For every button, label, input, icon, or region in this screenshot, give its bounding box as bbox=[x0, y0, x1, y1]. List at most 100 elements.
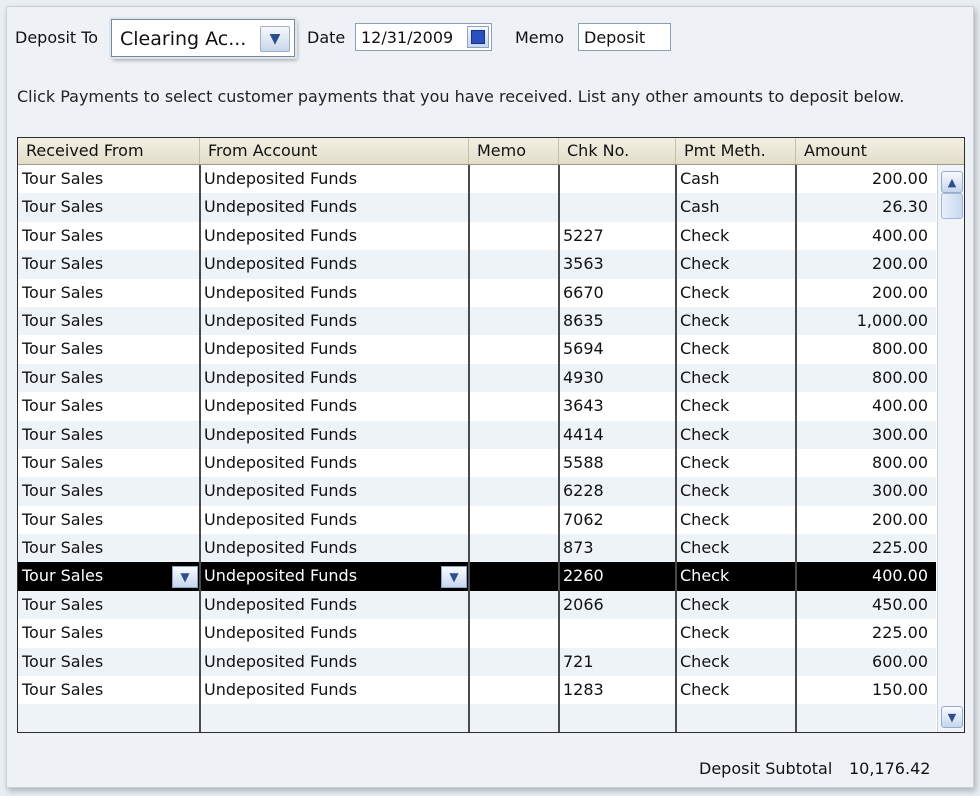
cell-chk-no[interactable]: 5694 bbox=[559, 335, 676, 363]
table-row[interactable]: Tour Sales Undeposited Funds 5588 Check 800.… bbox=[18, 449, 936, 477]
scroll-thumb[interactable] bbox=[941, 193, 963, 219]
cell-chk-no[interactable]: 6228 bbox=[559, 477, 676, 505]
cell-from-account[interactable]: Undeposited Funds bbox=[200, 193, 469, 221]
cell-chk-no[interactable]: 2260 bbox=[559, 562, 676, 590]
cell-received-from[interactable]: Tour Sales bbox=[18, 279, 200, 307]
column-header-pmt-meth[interactable]: Pmt Meth. bbox=[676, 138, 796, 164]
cell-chk-no[interactable]: 873 bbox=[559, 534, 676, 562]
cell-amount[interactable]: 200.00 bbox=[796, 279, 936, 307]
cell-received-from[interactable]: Tour Sales bbox=[18, 449, 200, 477]
cell-amount[interactable]: 800.00 bbox=[796, 335, 936, 363]
cell-from-account[interactable]: Undeposited Funds bbox=[200, 222, 469, 250]
cell-chk-no[interactable]: 5227 bbox=[559, 222, 676, 250]
cell-memo[interactable] bbox=[469, 421, 559, 449]
cell-from-account[interactable]: Undeposited Funds bbox=[200, 335, 469, 363]
cell-received-from[interactable]: Tour Sales bbox=[18, 506, 200, 534]
cell-received-from[interactable]: Tour Sales bbox=[18, 477, 200, 505]
cell-pmt-meth[interactable]: Check bbox=[676, 591, 796, 619]
cell-received-from[interactable]: Tour Sales bbox=[18, 335, 200, 363]
table-row[interactable]: Tour Sales Undeposited Funds 2066 Check 450.… bbox=[18, 590, 936, 620]
cell-from-account[interactable]: Undeposited Funds bbox=[200, 477, 469, 505]
cell-memo[interactable] bbox=[469, 392, 559, 420]
cell-amount[interactable]: 600.00 bbox=[796, 648, 936, 676]
table-row[interactable]: Tour Sales Undeposited Funds 7062 Check 200.… bbox=[18, 506, 936, 534]
cell-amount[interactable]: 200.00 bbox=[796, 506, 936, 534]
chevron-down-icon[interactable]: ▼ bbox=[441, 566, 467, 589]
cell-memo[interactable] bbox=[469, 619, 559, 647]
cell-amount[interactable]: 800.00 bbox=[796, 364, 936, 392]
cell-received-from[interactable]: Tour Sales bbox=[18, 648, 200, 676]
cell-from-account[interactable]: Undeposited Funds bbox=[200, 676, 469, 704]
cell-received-from[interactable]: Tour Sales bbox=[18, 676, 200, 704]
cell-pmt-meth[interactable]: Check bbox=[676, 250, 796, 278]
cell-amount[interactable] bbox=[796, 704, 936, 732]
cell-from-account[interactable] bbox=[200, 704, 469, 732]
cell-pmt-meth[interactable]: Check bbox=[676, 449, 796, 477]
cell-chk-no[interactable]: 8635 bbox=[559, 307, 676, 335]
chevron-down-icon[interactable]: ▼ bbox=[172, 566, 198, 589]
cell-chk-no[interactable]: 3643 bbox=[559, 392, 676, 420]
cell-received-from[interactable]: Tour Sales bbox=[18, 250, 200, 278]
cell-pmt-meth[interactable]: Check bbox=[676, 648, 796, 676]
cell-chk-no[interactable] bbox=[559, 193, 676, 221]
table-row[interactable]: Tour Sales Undeposited Funds 2260 Check 400.… bbox=[18, 562, 936, 591]
cell-memo[interactable] bbox=[469, 307, 559, 335]
table-row[interactable]: Tour Sales Undeposited Funds 8635 Check 1,00… bbox=[18, 306, 936, 336]
cell-memo[interactable] bbox=[469, 534, 559, 562]
cell-amount[interactable]: 300.00 bbox=[796, 421, 936, 449]
cell-pmt-meth[interactable]: Check bbox=[676, 335, 796, 363]
column-header-amount[interactable]: Amount bbox=[796, 138, 964, 164]
cell-pmt-meth[interactable]: Check bbox=[676, 307, 796, 335]
cell-from-account[interactable]: Undeposited Funds bbox=[200, 364, 469, 392]
cell-memo[interactable] bbox=[469, 676, 559, 704]
table-row[interactable]: Tour Sales Undeposited Funds Cash 200.00 bbox=[18, 165, 936, 193]
cell-memo[interactable] bbox=[469, 222, 559, 250]
cell-amount[interactable]: 400.00 bbox=[796, 562, 936, 590]
column-header-chk-no[interactable]: Chk No. bbox=[559, 138, 676, 164]
cell-chk-no[interactable] bbox=[559, 619, 676, 647]
cell-chk-no[interactable]: 7062 bbox=[559, 506, 676, 534]
scroll-down-icon[interactable]: ▼ bbox=[941, 706, 963, 728]
cell-from-account[interactable]: Undeposited Funds bbox=[200, 562, 469, 590]
column-header-received-from[interactable]: Received From bbox=[18, 138, 200, 164]
cell-from-account[interactable]: Undeposited Funds bbox=[200, 534, 469, 562]
cell-pmt-meth[interactable]: Check bbox=[676, 562, 796, 590]
column-header-from-account[interactable]: From Account bbox=[200, 138, 469, 164]
cell-memo[interactable] bbox=[469, 449, 559, 477]
cell-pmt-meth[interactable]: Check bbox=[676, 364, 796, 392]
cell-amount[interactable]: 800.00 bbox=[796, 449, 936, 477]
cell-memo[interactable] bbox=[469, 193, 559, 221]
table-row[interactable]: Tour Sales Undeposited Funds 5694 Check 800.… bbox=[18, 335, 936, 363]
cell-from-account[interactable]: Undeposited Funds bbox=[200, 165, 469, 193]
cell-memo[interactable] bbox=[469, 562, 559, 590]
cell-from-account[interactable]: Undeposited Funds bbox=[200, 250, 469, 278]
cell-received-from[interactable]: Tour Sales bbox=[18, 364, 200, 392]
table-row[interactable] bbox=[18, 704, 936, 732]
calendar-icon[interactable] bbox=[467, 26, 489, 48]
cell-pmt-meth[interactable]: Check bbox=[676, 534, 796, 562]
column-header-memo[interactable]: Memo bbox=[469, 138, 559, 164]
cell-chk-no[interactable]: 3563 bbox=[559, 250, 676, 278]
cell-from-account[interactable]: Undeposited Funds bbox=[200, 421, 469, 449]
cell-memo[interactable] bbox=[469, 506, 559, 534]
cell-memo[interactable] bbox=[469, 250, 559, 278]
table-row[interactable]: Tour Sales Undeposited Funds 6670 Check 200.… bbox=[18, 279, 936, 307]
cell-pmt-meth[interactable]: Check bbox=[676, 279, 796, 307]
deposit-to-combo[interactable]: Clearing Ac... ▼ bbox=[111, 19, 295, 57]
table-row[interactable]: Tour Sales Undeposited Funds 873 Check 225.0… bbox=[18, 534, 936, 563]
cell-memo[interactable] bbox=[469, 364, 559, 392]
cell-chk-no[interactable]: 1283 bbox=[559, 676, 676, 704]
cell-received-from[interactable]: Tour Sales bbox=[18, 619, 200, 647]
cell-received-from[interactable]: Tour Sales bbox=[18, 193, 200, 221]
cell-pmt-meth[interactable]: Cash bbox=[676, 193, 796, 221]
cell-amount[interactable]: 225.00 bbox=[796, 534, 936, 562]
cell-amount[interactable]: 200.00 bbox=[796, 250, 936, 278]
cell-chk-no[interactable]: 6670 bbox=[559, 279, 676, 307]
table-row[interactable]: Tour Sales Undeposited Funds 3563 Check 200.… bbox=[18, 250, 936, 279]
cell-received-from[interactable]: Tour Sales bbox=[18, 222, 200, 250]
cell-received-from[interactable]: Tour Sales bbox=[18, 534, 200, 562]
cell-amount[interactable]: 200.00 bbox=[796, 165, 936, 193]
cell-memo[interactable] bbox=[469, 335, 559, 363]
vertical-scrollbar[interactable]: ▲ ▼ bbox=[937, 165, 964, 732]
cell-amount[interactable]: 300.00 bbox=[796, 477, 936, 505]
